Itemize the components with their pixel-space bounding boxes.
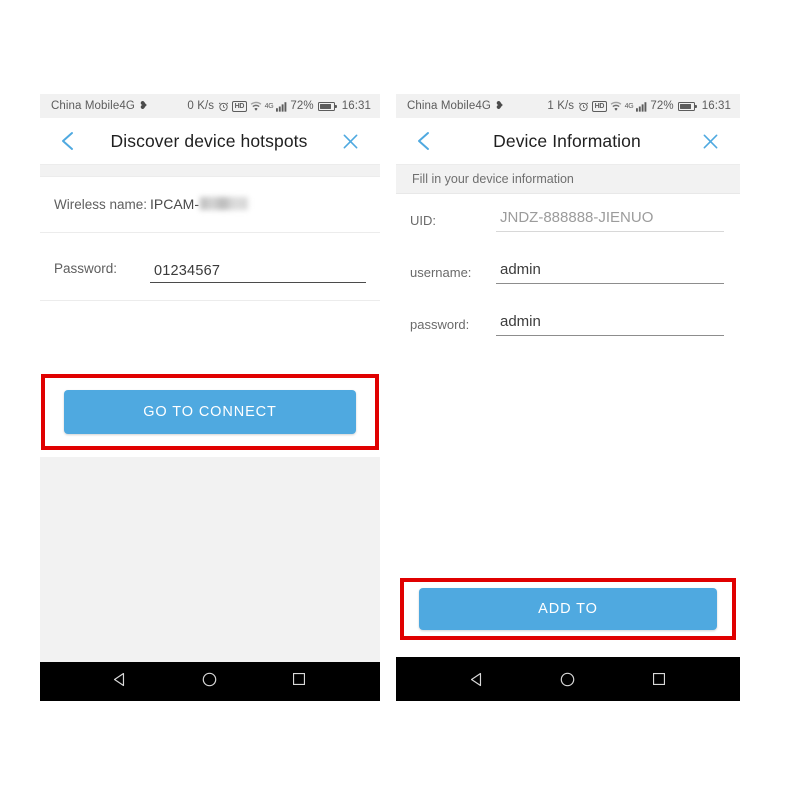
- network-type-label: 4G: [624, 102, 634, 110]
- heart-icon: ❥: [138, 99, 149, 112]
- title-bar-right: Device Information: [396, 118, 740, 164]
- password-row: Password: 01234567: [40, 233, 380, 283]
- nav-home-circle-icon[interactable]: [551, 662, 585, 696]
- android-nav-bar-left: [40, 657, 380, 701]
- wireless-name-label: Wireless name:: [54, 197, 148, 212]
- hd-icon: HD: [592, 100, 607, 112]
- password-label: Password:: [54, 260, 118, 276]
- wireless-name-value-wrap[interactable]: IPCAM-: [150, 194, 366, 214]
- password-label: password:: [410, 316, 470, 332]
- device-info-form: UID: JNDZ-888888-JIENUO username: admin …: [396, 194, 740, 350]
- clock-label: 16:31: [701, 100, 731, 112]
- add-to-button[interactable]: ADD TO: [419, 588, 717, 630]
- nav-back-triangle-icon[interactable]: [460, 662, 494, 696]
- wireless-name-row: Wireless name: IPCAM-: [40, 177, 380, 214]
- carrier-label: China Mobile4G: [51, 100, 135, 112]
- section-divider-band: [40, 164, 380, 177]
- uid-input[interactable]: JNDZ-888888-JIENUO: [496, 209, 724, 232]
- status-icons-left: 0 K/s HD 4G 72% 16:31: [187, 100, 371, 112]
- network-type-label: 4G: [264, 102, 274, 110]
- password-input[interactable]: admin: [496, 313, 724, 336]
- uid-label: UID:: [410, 212, 436, 228]
- chevron-left-icon[interactable]: [54, 127, 82, 155]
- status-bar-left: China Mobile4G ❥ 0 K/s HD 4G 72% 16:31: [40, 94, 380, 118]
- clock-label: 16:31: [341, 100, 371, 112]
- signal-bars-icon: [636, 101, 648, 112]
- go-to-connect-button[interactable]: GO TO CONNECT: [64, 390, 356, 434]
- wifi-icon: [610, 101, 622, 112]
- status-icons-right: 1 K/s HD 4G 72% 16:31: [547, 100, 731, 112]
- wireless-name-value: IPCAM-: [150, 196, 199, 212]
- data-rate-label: 1 K/s: [547, 100, 575, 112]
- close-x-icon[interactable]: [696, 127, 724, 155]
- hotspot-form: Wireless name: IPCAM- Password: 01234567: [40, 177, 380, 301]
- password-input[interactable]: 01234567: [150, 263, 366, 283]
- status-bar-right: China Mobile4G ❥ 1 K/s HD 4G 72% 16:31: [396, 94, 740, 118]
- highlight-box-add-to: ADD TO: [400, 578, 736, 640]
- battery-percent-label: 72%: [290, 100, 314, 112]
- close-x-icon[interactable]: [336, 127, 364, 155]
- battery-icon: [677, 101, 697, 111]
- carrier-label: China Mobile4G: [407, 100, 491, 112]
- left-empty-content-area: [40, 457, 380, 662]
- username-row: username: admin: [396, 246, 740, 298]
- username-input[interactable]: admin: [496, 261, 724, 284]
- form-divider-2: [40, 300, 380, 301]
- chevron-left-icon[interactable]: [410, 127, 438, 155]
- battery-icon: [317, 101, 337, 111]
- section-hint-banner: Fill in your device information: [396, 164, 740, 194]
- uid-row: UID: JNDZ-888888-JIENUO: [396, 194, 740, 246]
- username-label: username:: [410, 264, 472, 280]
- signal-bars-icon: [276, 101, 288, 112]
- screenshot-canvas: China Mobile4G ❥ 0 K/s HD 4G 72% 16:31 D…: [0, 0, 800, 800]
- nav-home-circle-icon[interactable]: [193, 662, 227, 696]
- password-row: password: admin: [396, 298, 740, 350]
- battery-percent-label: 72%: [650, 100, 674, 112]
- highlight-box-go-to-connect: GO TO CONNECT: [41, 374, 379, 450]
- page-title: Discover device hotspots: [110, 130, 308, 151]
- data-rate-label: 0 K/s: [187, 100, 215, 112]
- status-carrier-left: China Mobile4G ❥: [51, 100, 148, 112]
- section-hint-label: Fill in your device information: [412, 172, 574, 186]
- wifi-icon: [250, 101, 262, 112]
- heart-icon: ❥: [494, 99, 505, 112]
- status-carrier-right: China Mobile4G ❥: [407, 100, 504, 112]
- android-nav-bar-right: [396, 657, 740, 701]
- redacted-ssid-blur: [200, 197, 248, 210]
- nav-recents-square-icon[interactable]: [282, 662, 316, 696]
- title-bar-left: Discover device hotspots: [40, 118, 380, 164]
- alarm-clock-icon: [578, 101, 589, 112]
- nav-back-triangle-icon[interactable]: [104, 662, 138, 696]
- hd-icon: HD: [232, 100, 247, 112]
- page-title: Device Information: [493, 130, 641, 151]
- nav-recents-square-icon[interactable]: [642, 662, 676, 696]
- alarm-clock-icon: [218, 101, 229, 112]
